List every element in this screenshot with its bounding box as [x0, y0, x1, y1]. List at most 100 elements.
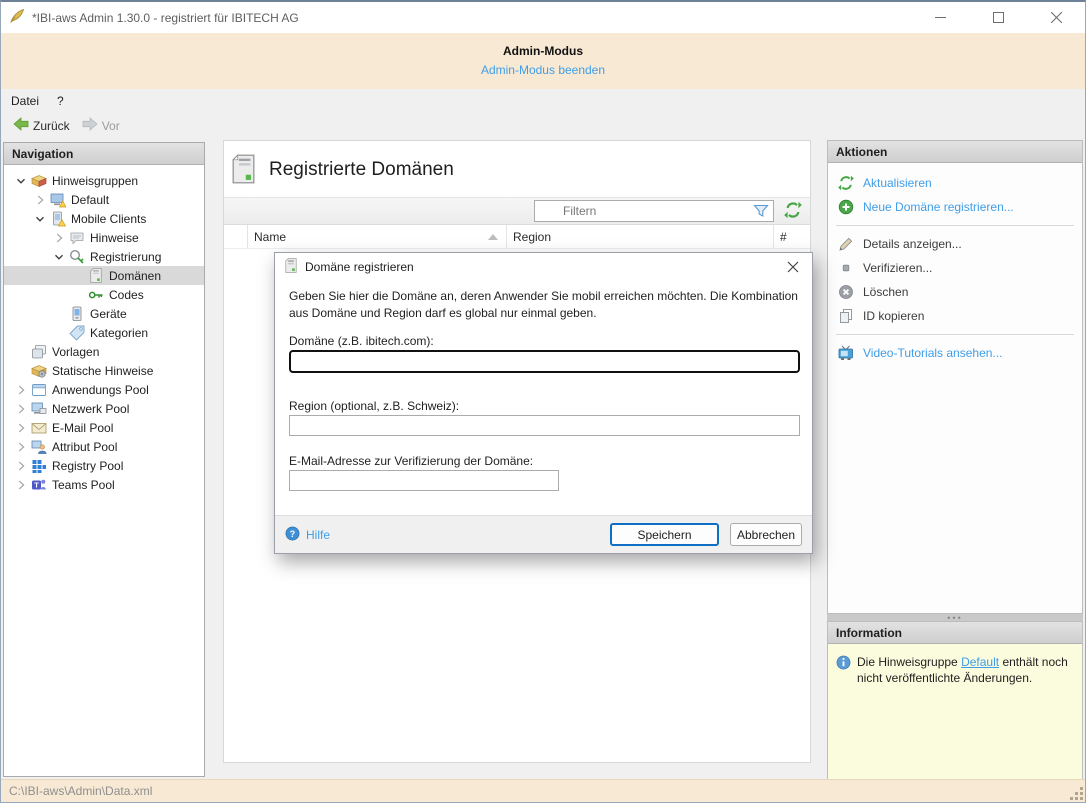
box-gear-icon	[30, 363, 47, 379]
minimize-button[interactable]	[911, 2, 969, 33]
app-icon	[9, 8, 25, 27]
chevron-right-icon[interactable]	[31, 192, 49, 208]
filter-input[interactable]	[534, 200, 774, 222]
verify-dot-icon	[838, 260, 854, 276]
action-loeschen[interactable]: Löschen	[828, 280, 1082, 304]
dialog-close-icon[interactable]	[782, 258, 804, 276]
user-computer-icon	[30, 439, 47, 455]
admin-mode-banner: Admin-Modus Admin-Modus beenden	[1, 33, 1085, 89]
nav-toolbar: Zurück Vor	[1, 112, 1085, 139]
tv-icon	[838, 345, 854, 361]
tree-item-teams-pool[interactable]: T Teams Pool	[4, 475, 204, 494]
speech-bubble-icon	[68, 230, 85, 246]
info-default-link[interactable]: Default	[961, 655, 999, 669]
refresh-icon[interactable]	[784, 201, 802, 222]
add-icon	[838, 199, 854, 215]
email-input[interactable]	[289, 470, 559, 491]
chevron-right-icon[interactable]	[50, 230, 68, 246]
forward-button[interactable]: Vor	[76, 113, 126, 138]
chevron-down-icon[interactable]	[50, 249, 68, 265]
title-bar: *IBI-aws Admin 1.30.0 - registriert für …	[1, 2, 1085, 33]
chevron-none	[69, 287, 87, 303]
chevron-right-icon[interactable]	[12, 477, 30, 493]
admin-mode-title: Admin-Modus	[1, 33, 1085, 58]
chevron-none	[50, 325, 68, 341]
page-title: Registrierte Domänen	[269, 159, 454, 181]
tree-item-vorlagen[interactable]: Vorlagen	[4, 342, 204, 361]
chevron-down-icon[interactable]	[31, 211, 49, 227]
window-title: *IBI-aws Admin 1.30.0 - registriert für …	[32, 11, 299, 25]
monitor-warning-icon	[49, 192, 66, 208]
navigation-header: Navigation	[4, 143, 204, 165]
dialog-title-bar: Domäne registrieren	[275, 253, 812, 280]
panel-splitter[interactable]: •••	[827, 614, 1083, 621]
action-aktualisieren[interactable]: Aktualisieren	[828, 171, 1082, 195]
back-button[interactable]: Zurück	[7, 113, 76, 138]
tree-item-mobile-clients[interactable]: Mobile Clients	[4, 209, 204, 228]
back-label: Zurück	[33, 119, 70, 133]
maximize-button[interactable]	[969, 2, 1027, 33]
resize-grip-icon[interactable]	[1070, 787, 1083, 800]
action-id-kopieren[interactable]: ID kopieren	[828, 304, 1082, 328]
tree-item-statische-hinweise[interactable]: Statische Hinweise	[4, 361, 204, 380]
teams-icon: T	[30, 477, 47, 493]
menu-help[interactable]: ?	[49, 91, 72, 111]
tree-item-registry-pool[interactable]: Registry Pool	[4, 456, 204, 475]
delete-icon	[838, 284, 854, 300]
action-verifizieren[interactable]: Verifizieren...	[828, 256, 1082, 280]
dialog-title: Domäne registrieren	[305, 260, 414, 274]
chevron-right-icon[interactable]	[12, 382, 30, 398]
dialog-footer: ? Hilfe Speichern Abbrechen	[275, 515, 812, 553]
information-header: Information	[828, 622, 1082, 644]
domain-input[interactable]	[289, 350, 800, 373]
admin-mode-exit-link[interactable]: Admin-Modus beenden	[1, 63, 1085, 77]
server-icon	[285, 258, 297, 276]
action-neue-domaene[interactable]: Neue Domäne registrieren...	[828, 195, 1082, 219]
refresh-icon	[838, 175, 854, 191]
action-video-tutorials[interactable]: Video-Tutorials ansehen...	[828, 341, 1082, 365]
column-header-count[interactable]: #	[774, 225, 810, 248]
chevron-right-icon[interactable]	[12, 420, 30, 436]
tree-item-geraete[interactable]: Geräte	[4, 304, 204, 323]
actions-panel: Aktionen Aktualisieren Neue Domäne regis…	[827, 140, 1083, 614]
column-spacer	[224, 225, 248, 248]
tree-item-anwendungs-pool[interactable]: Anwendungs Pool	[4, 380, 204, 399]
forward-label: Vor	[102, 119, 120, 133]
tree-item-hinweise[interactable]: Hinweise	[4, 228, 204, 247]
help-link[interactable]: ? Hilfe	[285, 526, 330, 544]
sort-asc-icon	[488, 234, 498, 240]
chevron-right-icon[interactable]	[12, 458, 30, 474]
region-input[interactable]	[289, 415, 800, 436]
tree-item-domaenen[interactable]: Domänen	[4, 266, 204, 285]
forward-arrow-icon	[82, 116, 98, 135]
chevron-right-icon[interactable]	[12, 439, 30, 455]
chevron-none	[69, 268, 87, 284]
tree-item-attribut-pool[interactable]: Attribut Pool	[4, 437, 204, 456]
domains-page-icon	[232, 154, 255, 187]
key-ring-icon	[68, 249, 85, 265]
menu-datei[interactable]: Datei	[1, 91, 49, 111]
tree-item-registrierung[interactable]: Registrierung	[4, 247, 204, 266]
save-button[interactable]: Speichern	[610, 523, 719, 546]
notice-groups-icon	[30, 173, 47, 189]
chevron-right-icon[interactable]	[12, 401, 30, 417]
chevron-down-icon[interactable]	[12, 173, 30, 189]
close-button[interactable]	[1027, 2, 1085, 33]
tree-item-email-pool[interactable]: E-Mail Pool	[4, 418, 204, 437]
tree-item-hinweisgruppen[interactable]: Hinweisgruppen	[4, 171, 204, 190]
action-details-anzeigen[interactable]: Details anzeigen...	[828, 232, 1082, 256]
copy-icon	[838, 308, 854, 324]
tree-item-kategorien[interactable]: Kategorien	[4, 323, 204, 342]
navigation-panel: Navigation Hinweisgruppen Default Mobile…	[3, 142, 205, 777]
column-header-region[interactable]: Region	[507, 225, 774, 248]
actions-separator	[836, 334, 1074, 335]
column-header-name[interactable]: Name	[248, 225, 507, 248]
tree-item-codes[interactable]: Codes	[4, 285, 204, 304]
cancel-button[interactable]: Abbrechen	[730, 523, 802, 546]
tree-item-netzwerk-pool[interactable]: Netzwerk Pool	[4, 399, 204, 418]
templates-icon	[30, 344, 47, 360]
tree-item-default[interactable]: Default	[4, 190, 204, 209]
app-window-icon	[30, 382, 47, 398]
help-icon: ?	[285, 526, 300, 544]
back-arrow-icon	[13, 116, 29, 135]
